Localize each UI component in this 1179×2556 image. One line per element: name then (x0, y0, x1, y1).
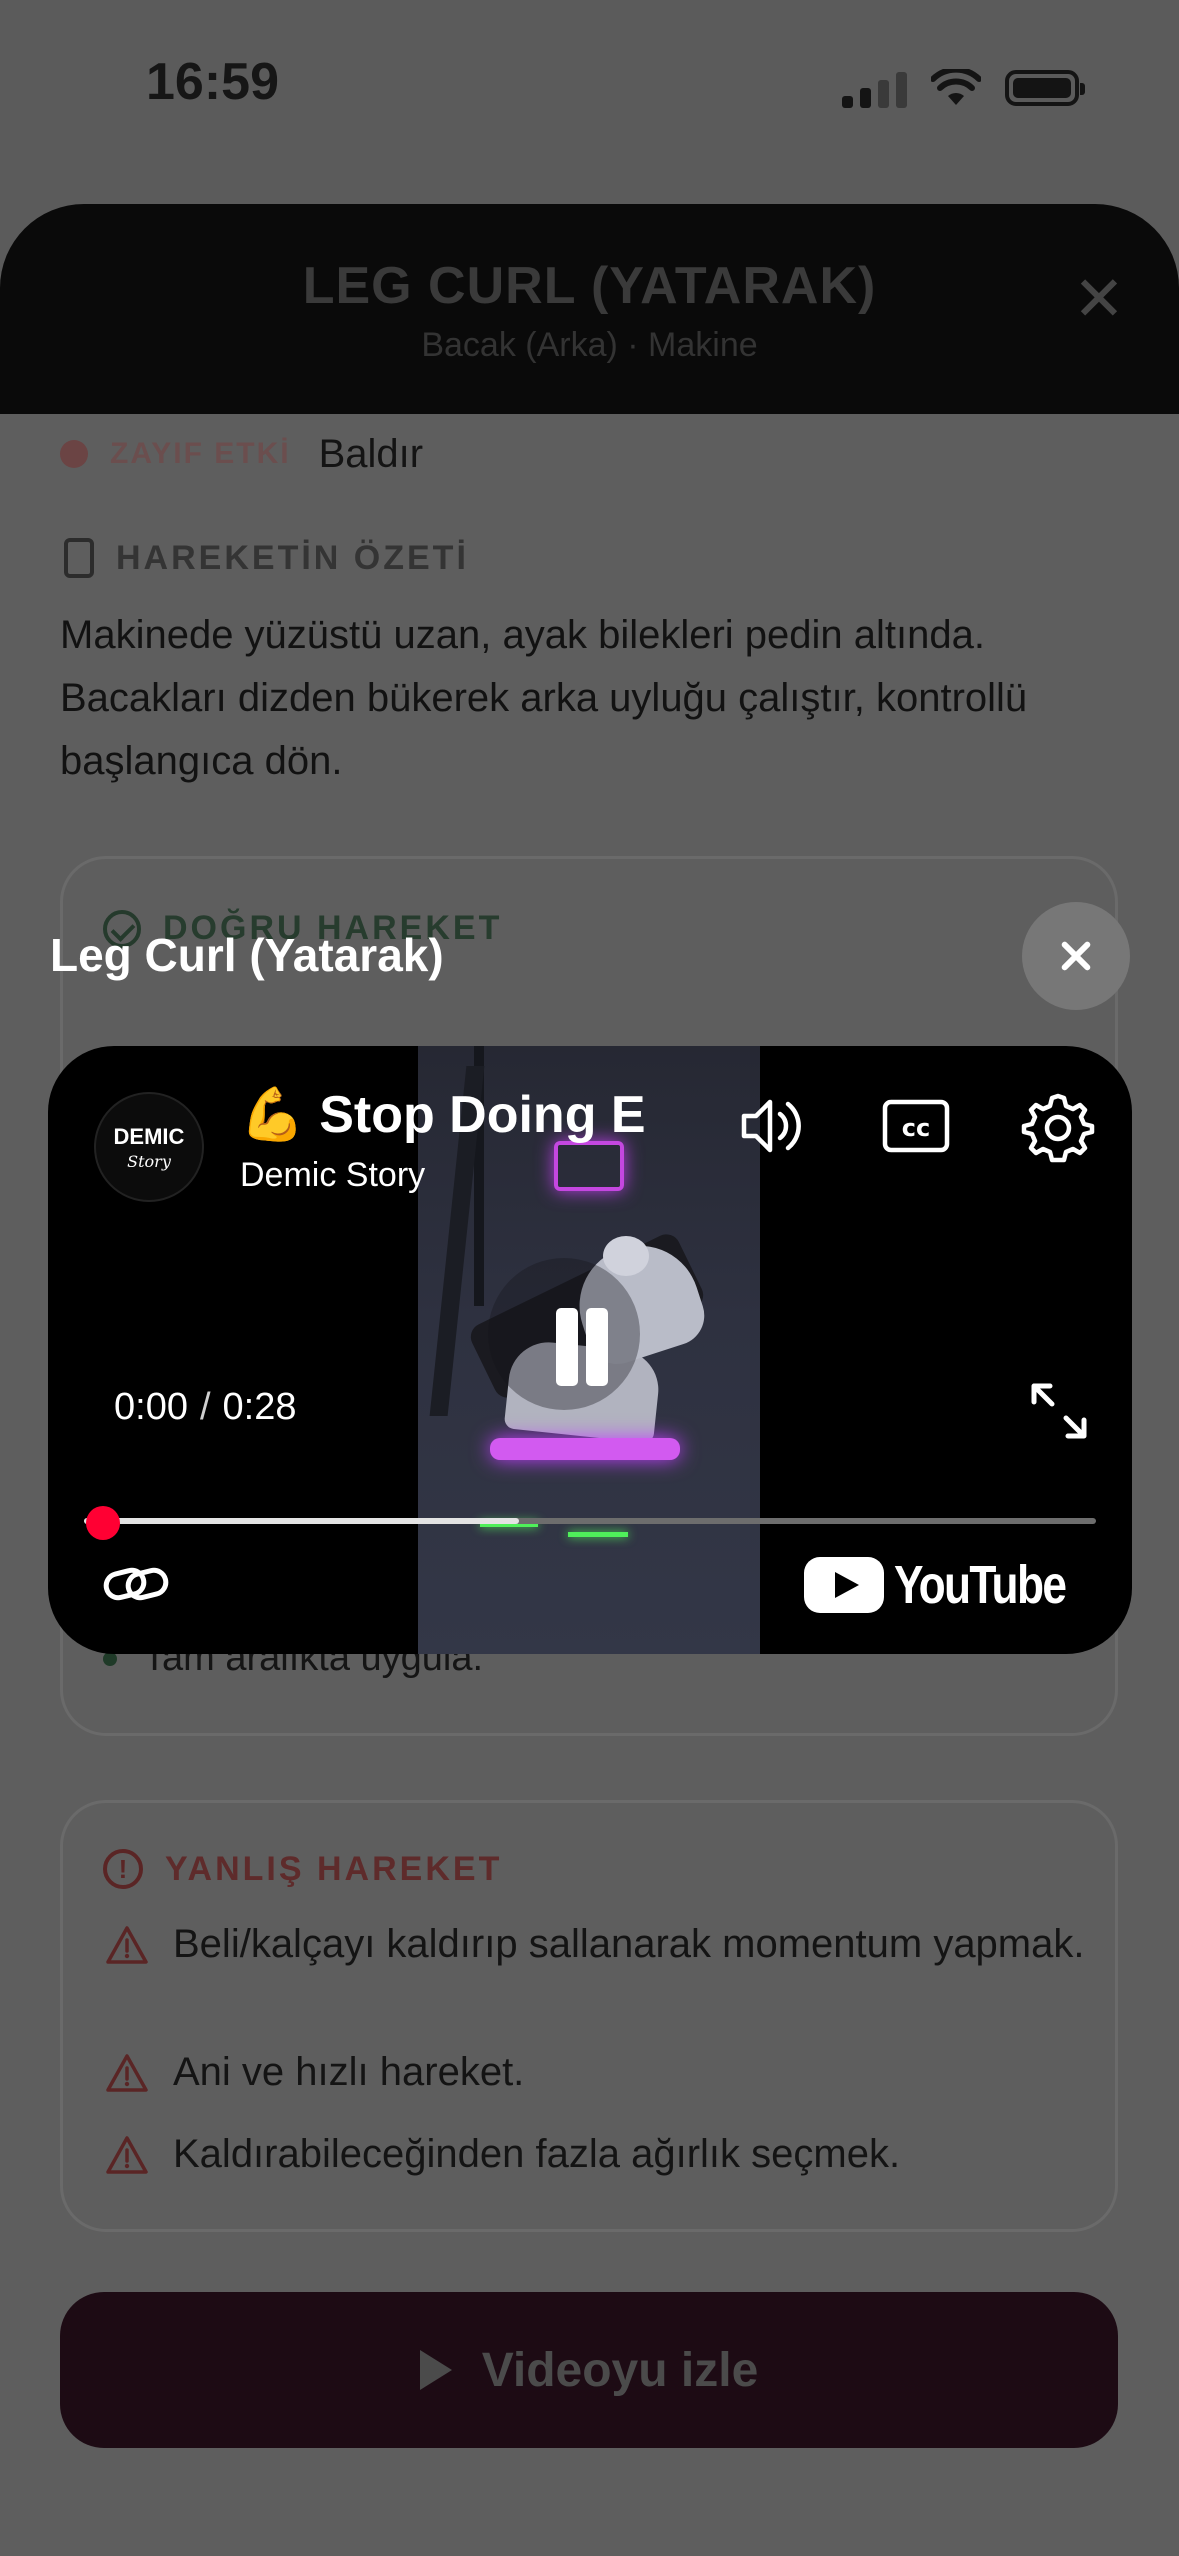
motion-arrow (568, 1532, 628, 1537)
wrong-list-item: Beli/kalçayı kaldırıp sallanarak momentu… (105, 1921, 1085, 1967)
youtube-logo[interactable]: YouTube (804, 1552, 1103, 1618)
sheet-close-icon[interactable]: ✕ (1059, 260, 1139, 340)
play-icon (419, 2350, 452, 2390)
wrong-heading-label: YANLIŞ HAREKET (165, 1849, 503, 1888)
wrong-item-text: Beli/kalçayı kaldırıp sallanarak momentu… (173, 1922, 1085, 1966)
exercise-title: LEG CURL (YATARAK) (302, 257, 877, 315)
battery-icon (1005, 70, 1085, 106)
summary-heading: HAREKETİN ÖZETİ (64, 538, 469, 578)
fullscreen-icon[interactable] (1028, 1380, 1090, 1442)
current-time: 0:00 (114, 1386, 188, 1428)
wrong-movement-card: ! YANLIŞ HAREKET Beli/kalçayı kaldırıp s… (60, 1800, 1118, 2232)
weak-effect-value: Baldır (318, 431, 424, 476)
progress-bar[interactable] (84, 1518, 1096, 1524)
video-title[interactable]: 💪 Stop Doing E (240, 1084, 660, 1152)
progress-buffered (84, 1518, 520, 1524)
weak-effect-label: ZAYIF ETKİ (110, 437, 291, 470)
wrong-list-item: Kaldırabileceğinden fazla ağırlık seçmek… (105, 2131, 1085, 2177)
weak-effect-row: ZAYIF ETKİ Baldır (60, 426, 423, 482)
summary-heading-label: HAREKETİN ÖZETİ (116, 538, 469, 577)
svg-text:cc: cc (902, 1114, 930, 1142)
clipboard-icon (64, 538, 94, 578)
warning-triangle-icon (106, 1926, 148, 1964)
wifi-icon (931, 69, 981, 105)
warning-triangle-icon (106, 2136, 148, 2174)
summary-text: Makinede yüzüstü uzan, ayak bilekleri pe… (60, 613, 1028, 783)
channel-name[interactable]: Demic Story (240, 1156, 425, 1195)
channel-avatar[interactable]: DEMIC Story (94, 1092, 204, 1202)
warning-triangle-icon (106, 2054, 148, 2092)
time-separator: / (199, 1386, 211, 1428)
weak-effect-dot (60, 440, 88, 468)
avatar-line1: DEMIC (113, 1124, 185, 1149)
status-time: 16:59 (146, 53, 279, 111)
link-icon[interactable] (100, 1558, 172, 1610)
youtube-play-icon (804, 1557, 884, 1613)
exercise-subtitle: Bacak (Arka) · Makine (421, 326, 758, 364)
duration: 0:28 (222, 1386, 297, 1428)
machine-foot-pad (490, 1438, 680, 1460)
pause-icon (556, 1308, 578, 1386)
youtube-player[interactable]: DEMIC Story 💪 Stop Doing E Demic Story c… (48, 1046, 1132, 1654)
video-modal-title: Leg Curl (Yatarak) (50, 929, 444, 981)
exclamation-circle-icon: ! (103, 1849, 143, 1889)
video-modal-close-icon[interactable] (1022, 902, 1130, 1010)
avatar-line2: Story (127, 1152, 171, 1171)
progress-scrubber[interactable] (86, 1506, 120, 1540)
playback-time: 0:00 / 0:28 (114, 1386, 297, 1429)
sheet-header: LEG CURL (YATARAK) Bacak (Arka) · Makine… (0, 204, 1179, 414)
settings-icon[interactable] (1020, 1088, 1096, 1164)
wrong-item-text: Kaldırabileceğinden fazla ağırlık seçmek… (173, 2132, 901, 2176)
captions-icon[interactable]: cc (878, 1088, 954, 1164)
wrong-list-item: Ani ve hızlı hareket. (105, 2049, 1085, 2095)
cellular-signal-icon (842, 68, 907, 108)
pause-icon (586, 1308, 608, 1386)
wrong-heading: ! YANLIŞ HAREKET (103, 1849, 502, 1889)
status-bar: 16:59 (0, 0, 1179, 170)
watch-video-label: Videoyu izle (481, 2343, 759, 2397)
wrong-item-text: Ani ve hızlı hareket. (173, 2050, 525, 2094)
watch-video-button[interactable]: Videoyu izle (60, 2292, 1118, 2448)
volume-icon[interactable] (734, 1088, 810, 1164)
status-icons (842, 64, 1085, 112)
youtube-wordmark: YouTube (894, 1555, 1067, 1615)
athlete-head (603, 1236, 649, 1276)
